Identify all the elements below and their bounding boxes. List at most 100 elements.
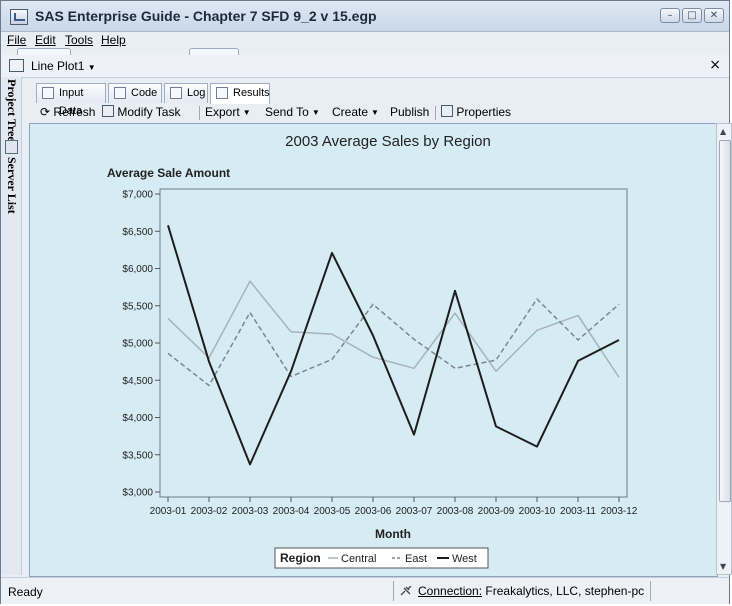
chevron-down-icon: ▼ bbox=[87, 63, 96, 72]
toolbar-separator bbox=[199, 106, 200, 120]
tab-log[interactable]: Log bbox=[164, 83, 208, 103]
table-icon bbox=[42, 87, 54, 99]
properties-button[interactable]: Properties bbox=[441, 105, 511, 119]
y-tick-label: $7,000 bbox=[122, 190, 153, 201]
legend-title: Region bbox=[280, 551, 321, 565]
x-tick-label: 2003-03 bbox=[232, 506, 269, 517]
x-axis-title: Month bbox=[375, 527, 411, 541]
menu-bar: File Edit Tools Help bbox=[1, 32, 729, 48]
menu-file[interactable]: File bbox=[7, 33, 26, 47]
x-tick-label: 2003-08 bbox=[437, 506, 474, 517]
x-tick-label: 2003-09 bbox=[478, 506, 515, 517]
x-tick-label: 2003-01 bbox=[150, 506, 187, 517]
menu-tools-label: Tools bbox=[65, 33, 94, 47]
x-tick-label: 2003-12 bbox=[601, 506, 638, 517]
publish-label: Publish bbox=[390, 105, 430, 119]
x-tick-label: 2003-10 bbox=[519, 506, 556, 517]
plot-area bbox=[159, 188, 628, 498]
properties-label: Properties bbox=[456, 105, 512, 119]
x-tick-label: 2003-02 bbox=[191, 506, 228, 517]
y-tick-label: $4,500 bbox=[122, 376, 153, 387]
window-title: SAS Enterprise Guide - Chapter 7 SFD 9_2… bbox=[35, 8, 377, 24]
x-tick-label: 2003-05 bbox=[314, 506, 351, 517]
properties-icon bbox=[441, 105, 453, 117]
legend-label-central: Central bbox=[341, 553, 376, 565]
plug-icon bbox=[400, 586, 412, 596]
results-area: Input Data Code Log Results ⟳ Refresh Mo… bbox=[22, 77, 732, 577]
scroll-down-icon[interactable]: ▼ bbox=[720, 562, 726, 571]
menu-help-label: Help bbox=[101, 33, 126, 47]
export-label: Export bbox=[205, 105, 240, 119]
modify-task-icon bbox=[102, 105, 114, 117]
legend-label-east: East bbox=[405, 553, 427, 565]
side-panel-strip: Project Tree Server List bbox=[1, 77, 22, 575]
y-tick-label: $5,000 bbox=[122, 339, 153, 350]
chevron-down-icon: ▼ bbox=[371, 108, 379, 117]
close-document-button[interactable]: × bbox=[709, 57, 721, 73]
maximize-button[interactable]: □ bbox=[682, 8, 702, 23]
send-to-menu[interactable]: Send To ▼ bbox=[265, 105, 320, 119]
connection-value: Freakalytics, LLC, stephen-pc bbox=[485, 584, 645, 598]
status-bar: Ready Connection: Freakalytics, LLC, ste… bbox=[1, 577, 729, 604]
refresh-icon: ⟳ bbox=[40, 105, 51, 119]
x-tick-label: 2003-06 bbox=[355, 506, 392, 517]
line-plot-icon bbox=[9, 59, 24, 72]
document-tab-strip bbox=[17, 48, 723, 56]
x-tick-label: 2003-07 bbox=[396, 506, 433, 517]
connection-status: Connection: Freakalytics, LLC, stephen-p… bbox=[393, 581, 652, 601]
tab-label: Log bbox=[187, 87, 206, 99]
x-axis: 2003-01 2003-02 2003-03 2003-04 2003-05 2003-… bbox=[150, 497, 638, 517]
create-menu[interactable]: Create ▼ bbox=[332, 105, 379, 119]
chart-title: 2003 Average Sales by Region bbox=[285, 133, 491, 150]
minimize-button[interactable]: – bbox=[660, 8, 680, 23]
log-icon bbox=[170, 87, 182, 99]
scrollbar-thumb[interactable] bbox=[719, 140, 731, 502]
line-chart: 2003 Average Sales by Region Average Sal… bbox=[107, 133, 638, 569]
vertical-scrollbar[interactable]: ▲ ▼ bbox=[716, 123, 732, 575]
y-axis-title: Average Sale Amount bbox=[107, 166, 230, 180]
create-label: Create bbox=[332, 105, 369, 119]
export-menu[interactable]: Export ▼ bbox=[205, 105, 251, 119]
document-title-dropdown[interactable]: Line Plot1 ▼ bbox=[31, 59, 96, 73]
refresh-label: Refresh bbox=[53, 105, 96, 119]
document-title: Line Plot1 bbox=[31, 59, 85, 73]
tab-code[interactable]: Code bbox=[108, 83, 162, 103]
connection-link[interactable]: Connection: bbox=[418, 584, 482, 598]
results-icon bbox=[216, 87, 228, 99]
y-tick-label: $6,000 bbox=[122, 264, 153, 275]
chevron-down-icon: ▼ bbox=[242, 108, 251, 117]
send-to-label: Send To bbox=[265, 105, 309, 119]
tab-label: Code bbox=[131, 87, 158, 99]
menu-edit-label: Edit bbox=[35, 33, 56, 47]
code-icon bbox=[114, 87, 126, 99]
x-tick-label: 2003-04 bbox=[273, 506, 310, 517]
publish-button[interactable]: Publish bbox=[390, 105, 429, 119]
refresh-button[interactable]: ⟳ Refresh bbox=[40, 105, 95, 119]
legend: Region Central East West bbox=[274, 547, 489, 569]
menu-tools[interactable]: Tools bbox=[65, 33, 93, 47]
document-bar: Line Plot1 ▼ × bbox=[1, 55, 729, 78]
scroll-up-icon[interactable]: ▲ bbox=[720, 127, 726, 136]
tab-results[interactable]: Results bbox=[210, 83, 270, 104]
menu-file-label: File bbox=[7, 33, 27, 47]
y-tick-label: $3,000 bbox=[122, 488, 153, 499]
y-axis: $3,000 $3,500 $4,000 $4,500 $5,000 $5,500 $6,0… bbox=[122, 190, 160, 499]
modify-task-button[interactable]: Modify Task bbox=[102, 105, 180, 119]
y-tick-label: $6,500 bbox=[122, 227, 153, 238]
menu-edit[interactable]: Edit bbox=[35, 33, 56, 47]
title-bar: SAS Enterprise Guide - Chapter 7 SFD 9_2… bbox=[1, 1, 729, 32]
toolbar-separator bbox=[435, 106, 436, 120]
chevron-down-icon: ▼ bbox=[311, 108, 320, 117]
app-window: SAS Enterprise Guide - Chapter 7 SFD 9_2… bbox=[0, 0, 732, 604]
x-tick-label: 2003-11 bbox=[560, 506, 596, 517]
menu-help[interactable]: Help bbox=[101, 33, 126, 47]
y-tick-label: $4,000 bbox=[122, 413, 153, 424]
server-icon bbox=[5, 140, 18, 154]
close-window-button[interactable]: ✕ bbox=[704, 8, 724, 23]
y-tick-label: $5,500 bbox=[122, 301, 153, 312]
project-tree-tab[interactable]: Project Tree bbox=[4, 79, 19, 142]
server-list-tab[interactable]: Server List bbox=[4, 157, 19, 214]
results-toolbar: ⟳ Refresh Modify Task Export ▼ Send To ▼ C… bbox=[40, 104, 729, 122]
status-ready: Ready bbox=[8, 585, 43, 599]
tab-input-data[interactable]: Input Data bbox=[36, 83, 106, 117]
